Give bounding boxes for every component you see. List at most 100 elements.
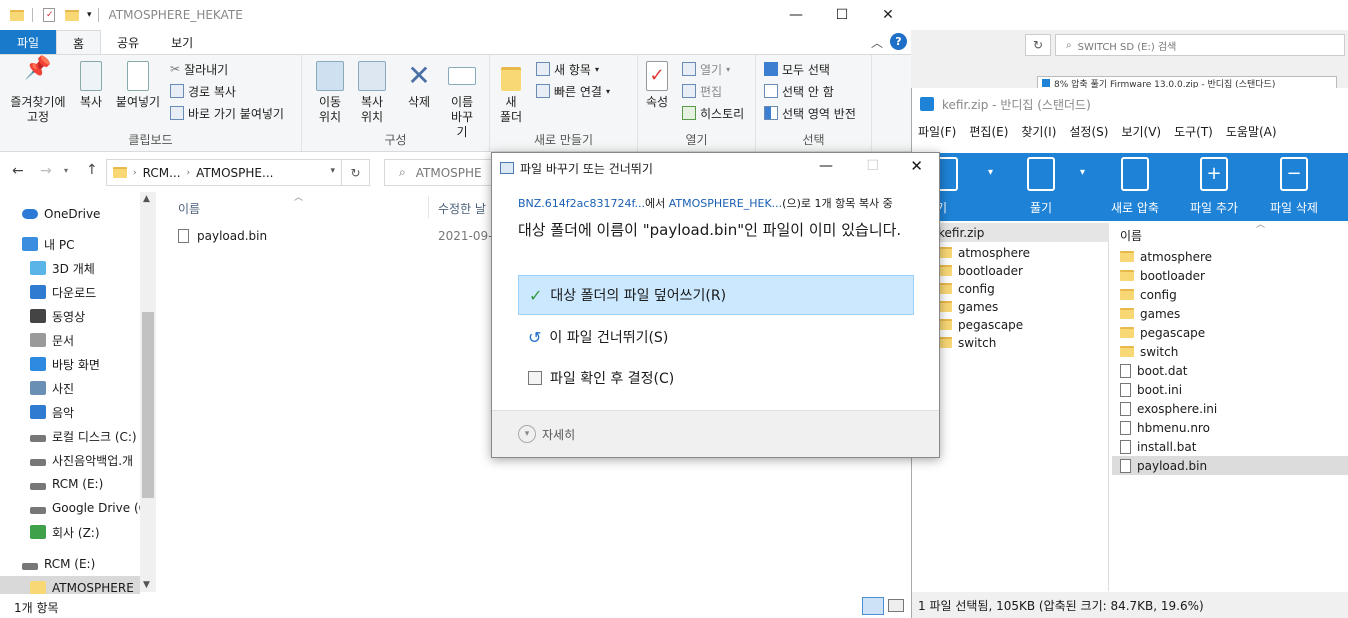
- details-view-icon[interactable]: [862, 597, 884, 615]
- bandizip-menu-item[interactable]: 파일(F): [918, 123, 956, 140]
- nav-item[interactable]: 사진: [30, 376, 140, 400]
- list-column-header[interactable]: 이름: [1120, 227, 1142, 244]
- recent-locations-icon[interactable]: ▾: [64, 166, 68, 175]
- edit-button[interactable]: 편집: [682, 81, 722, 101]
- tab-view[interactable]: 보기: [155, 30, 209, 54]
- nav-item[interactable]: 로컬 디스크 (C:): [30, 424, 140, 448]
- archive-list-item[interactable]: switch: [1112, 342, 1348, 361]
- nav-item[interactable]: 음악: [30, 400, 140, 424]
- tree-item[interactable]: switch: [938, 333, 996, 352]
- nav-item[interactable]: 다운로드: [30, 280, 140, 304]
- nav-scrollbar[interactable]: ▲ ▼: [140, 192, 156, 592]
- invert-selection-button[interactable]: 선택 영역 반전: [764, 103, 856, 123]
- toolbar-new-archive-button[interactable]: 새로 압축: [1102, 153, 1168, 216]
- bandizip-menu-item[interactable]: 도움말(A): [1226, 123, 1277, 140]
- archive-list-item[interactable]: install.bat: [1112, 437, 1348, 456]
- rename-button[interactable]: 이름 바꾸기: [442, 61, 482, 140]
- tree-item[interactable]: bootloader: [938, 261, 1023, 280]
- source-link[interactable]: BNZ.614f2ac831724f...: [518, 197, 645, 210]
- search-input[interactable]: ⌕ ATMOSPHE: [384, 159, 504, 186]
- large-icons-view-icon[interactable]: [888, 599, 904, 612]
- tree-item[interactable]: atmosphere: [938, 243, 1030, 262]
- minimize-button[interactable]: —: [773, 0, 819, 30]
- background-search-box[interactable]: ⌕ SWITCH SD (E:) 검색: [1055, 34, 1345, 56]
- new-folder-quick-icon[interactable]: [65, 9, 79, 21]
- nav-item[interactable]: 사진음악백업.개: [30, 448, 140, 472]
- scroll-up-icon[interactable]: ▲: [143, 194, 150, 204]
- column-header-modified[interactable]: 수정한 날: [438, 200, 486, 217]
- file-row[interactable]: payload.bin 2021-09-: [178, 226, 498, 246]
- properties-button[interactable]: ✓ 속성: [640, 61, 674, 110]
- archive-list-item[interactable]: boot.dat: [1112, 361, 1348, 380]
- cut-button[interactable]: ✂ 잘라내기: [170, 59, 228, 79]
- new-item-button[interactable]: 새 항목 ▾: [536, 59, 599, 79]
- nav-item[interactable]: 동영상: [30, 304, 140, 328]
- destination-link[interactable]: ATMOSPHERE_HEK...: [669, 197, 782, 210]
- nav-item[interactable]: 3D 개체: [30, 256, 140, 280]
- chevron-down-icon[interactable]: ▾: [1080, 167, 1085, 178]
- archive-list-item[interactable]: payload.bin: [1112, 456, 1348, 475]
- archive-list-item[interactable]: exosphere.ini: [1112, 399, 1348, 418]
- chevron-down-icon[interactable]: ▾: [330, 166, 335, 176]
- forward-icon[interactable]: →: [40, 163, 52, 179]
- refresh-button[interactable]: ↻: [342, 159, 370, 186]
- tab-home[interactable]: 홈: [56, 30, 102, 55]
- archive-list-item[interactable]: pegascape: [1112, 323, 1348, 342]
- close-button[interactable]: ✕: [865, 0, 911, 30]
- nav-item[interactable]: 바탕 화면: [30, 352, 140, 376]
- tree-item[interactable]: games: [938, 297, 998, 316]
- toolbar-extract-button[interactable]: 풀기: [1018, 153, 1064, 216]
- bandizip-menu-item[interactable]: 보기(V): [1121, 123, 1161, 140]
- back-icon[interactable]: ←: [12, 163, 24, 179]
- nav-item[interactable]: 내 PC: [22, 232, 140, 256]
- tree-item[interactable]: pegascape: [938, 315, 1023, 334]
- background-refresh-button[interactable]: ↻: [1025, 34, 1051, 56]
- details-toggle[interactable]: 자세히: [542, 426, 575, 443]
- replace-option[interactable]: ✓ 대상 폴더의 파일 덮어쓰기(R): [518, 275, 914, 315]
- nav-item[interactable]: OneDrive: [22, 202, 140, 226]
- archive-list-item[interactable]: games: [1112, 304, 1348, 323]
- nav-item[interactable]: RCM (E:): [30, 472, 140, 496]
- close-button[interactable]: ✕: [910, 157, 923, 175]
- nav-item[interactable]: 회사 (Z:): [30, 520, 140, 544]
- column-header-name[interactable]: 이름: [178, 200, 200, 217]
- toolbar-add-files-button[interactable]: + 파일 추가: [1182, 153, 1246, 216]
- maximize-button[interactable]: ☐: [819, 0, 865, 30]
- collapse-ribbon-icon[interactable]: ︿: [871, 34, 883, 51]
- pin-quick-access-button[interactable]: 📌 즐겨찾기에 고정: [4, 58, 72, 125]
- toolbar-delete-files-button[interactable]: − 파일 삭제: [1262, 153, 1326, 216]
- select-all-button[interactable]: 모두 선택: [764, 59, 830, 79]
- minimize-button[interactable]: —: [819, 158, 833, 174]
- customize-quick-access-icon[interactable]: ▾: [87, 10, 92, 20]
- easy-access-button[interactable]: 빠른 연결 ▾: [536, 81, 610, 101]
- archive-list-item[interactable]: boot.ini: [1112, 380, 1348, 399]
- chevron-down-icon[interactable]: ▾: [988, 167, 993, 178]
- archive-list-item[interactable]: hbmenu.nro: [1112, 418, 1348, 437]
- copy-path-button[interactable]: 경로 복사: [170, 81, 236, 101]
- skip-option[interactable]: ↺ 이 파일 건너뛰기(S): [518, 317, 914, 357]
- tab-share[interactable]: 공유: [101, 30, 155, 54]
- compare-option[interactable]: 파일 확인 후 결정(C): [518, 358, 914, 398]
- archive-list-item[interactable]: atmosphere: [1112, 247, 1348, 266]
- paste-button[interactable]: 붙여넣기: [112, 61, 164, 110]
- nav-item[interactable]: Google Drive (G: [30, 496, 140, 520]
- properties-quick-icon[interactable]: ✓: [43, 8, 55, 22]
- archive-list-item[interactable]: bootloader: [1112, 266, 1348, 285]
- paste-shortcut-button[interactable]: 바로 가기 붙여넣기: [170, 103, 284, 123]
- expand-details-icon[interactable]: ▾: [518, 425, 536, 443]
- bandizip-menu-item[interactable]: 찾기(I): [1021, 123, 1056, 140]
- bandizip-menu-item[interactable]: 편집(E): [969, 123, 1008, 140]
- breadcrumb-item[interactable]: ATMOSPHE...: [196, 166, 273, 180]
- delete-button[interactable]: ✕ 삭제: [400, 61, 438, 110]
- scroll-thumb[interactable]: [142, 312, 154, 498]
- nav-item[interactable]: RCM (E:): [22, 552, 140, 576]
- nav-item[interactable]: 문서: [30, 328, 140, 352]
- bandizip-menu-item[interactable]: 설정(S): [1069, 123, 1108, 140]
- tree-root[interactable]: kefir.zip: [912, 223, 1109, 242]
- scroll-down-icon[interactable]: ▼: [143, 580, 150, 590]
- tree-item[interactable]: config: [938, 279, 995, 298]
- up-icon[interactable]: ↑: [86, 162, 98, 178]
- copy-button[interactable]: 복사: [74, 61, 108, 110]
- move-to-button[interactable]: 이동 위치: [310, 61, 350, 125]
- select-none-button[interactable]: 선택 안 함: [764, 81, 834, 101]
